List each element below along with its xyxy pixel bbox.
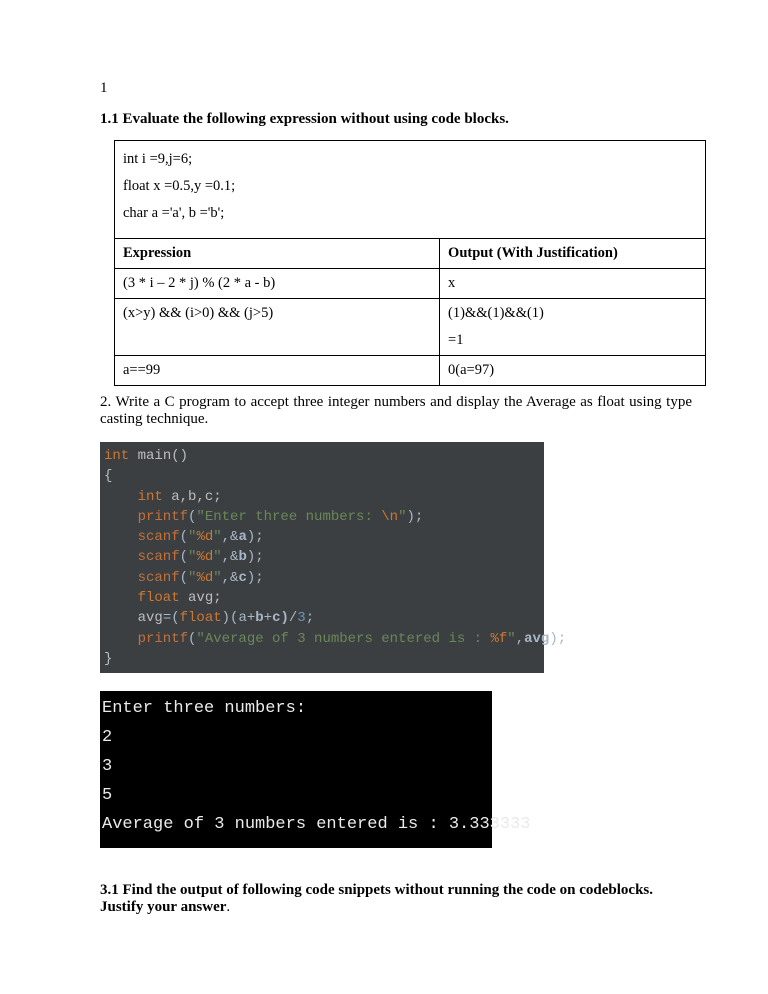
- table-row: a==99 0(a=97): [115, 356, 706, 386]
- table-row: (3 * i – 2 * j) % (2 * a - b) x: [115, 269, 706, 299]
- expr-cell: (3 * i – 2 * j) % (2 * a - b): [115, 269, 440, 299]
- col-header-output: Output (With Justification): [440, 239, 706, 269]
- out-cell: 0(a=97): [440, 356, 706, 386]
- expr-cell: a==99: [115, 356, 440, 386]
- out-line-2: =1: [448, 332, 697, 349]
- expression-table: int i =9,j=6; float x =0.5,y =0.1; char …: [114, 140, 706, 386]
- q11-heading: 1.1 Evaluate the following expression wi…: [100, 111, 692, 128]
- table-row: (x>y) && (i>0) && (j>5) (1)&&(1)&&(1) =1: [115, 299, 706, 356]
- q2-paragraph: 2. Write a C program to accept three int…: [100, 394, 692, 428]
- page-number: 1: [100, 80, 692, 97]
- out-cell: (1)&&(1)&&(1) =1: [440, 299, 706, 356]
- terminal-output: Enter three numbers: 2 3 5 Average of 3 …: [100, 691, 492, 847]
- declarations-cell: int i =9,j=6; float x =0.5,y =0.1; char …: [115, 141, 706, 239]
- decl-line-3: char a ='a', b ='b';: [123, 205, 697, 222]
- expr-cell: (x>y) && (i>0) && (j>5): [115, 299, 440, 356]
- code-snippet: int main() { int a,b,c; printf("Enter th…: [100, 442, 544, 673]
- out-line-1: (1)&&(1)&&(1): [448, 305, 697, 322]
- decl-line-1: int i =9,j=6;: [123, 151, 697, 168]
- out-cell: x: [440, 269, 706, 299]
- decl-line-2: float x =0.5,y =0.1;: [123, 178, 697, 195]
- col-header-expression: Expression: [115, 239, 440, 269]
- q31-heading: 3.1 Find the output of following code sn…: [100, 882, 692, 916]
